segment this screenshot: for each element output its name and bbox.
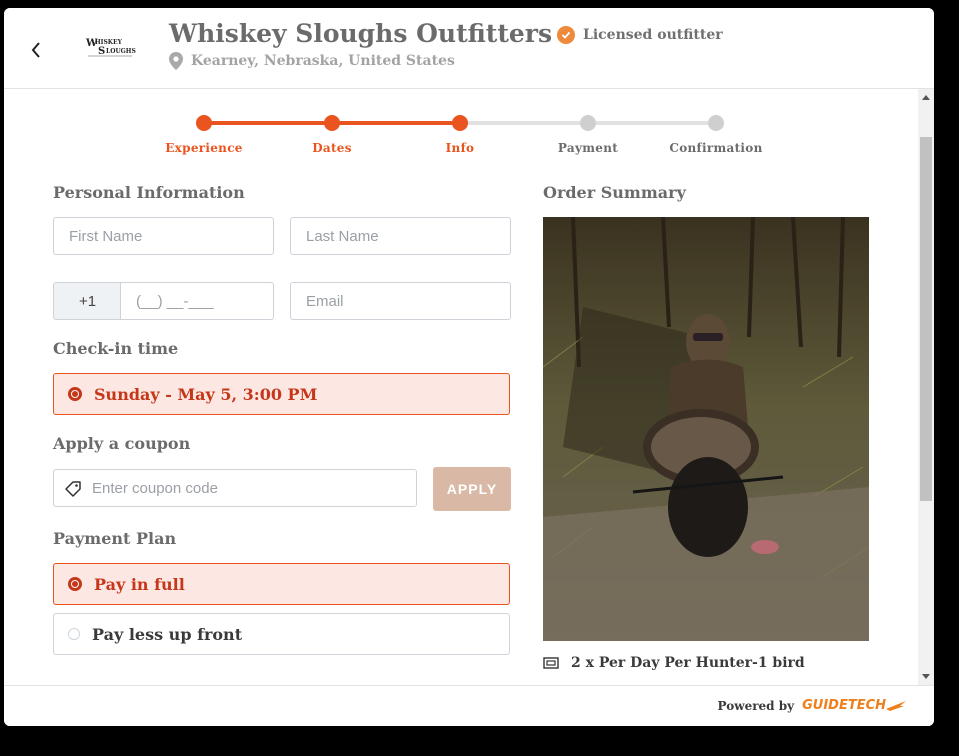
location-text: Kearney, Nebraska, United States xyxy=(191,53,455,69)
apply-coupon-button[interactable]: APPLY xyxy=(433,467,511,511)
svg-text:S: S xyxy=(98,46,105,57)
step-dot xyxy=(324,115,340,131)
step-label: Payment xyxy=(557,141,619,155)
chevron-left-icon xyxy=(31,42,40,58)
svg-text:HISKEY: HISKEY xyxy=(95,39,123,46)
order-line-item: 2 x Per Day Per Hunter-1 bird xyxy=(543,655,805,671)
step-dot xyxy=(708,115,724,131)
step-label: Dates xyxy=(312,141,352,155)
pay-in-full-option[interactable]: Pay in full xyxy=(53,563,510,605)
checkin-heading: Check-in time xyxy=(53,339,179,358)
coupon-heading: Apply a coupon xyxy=(53,434,191,453)
step-experience[interactable]: Experience xyxy=(149,111,259,155)
last-name-field[interactable]: Last Name xyxy=(290,217,511,255)
step-payment: Payment xyxy=(533,111,643,155)
pay-less-upfront-option[interactable]: Pay less up front xyxy=(53,613,510,655)
phone-field[interactable]: (__) __-___ xyxy=(120,282,274,320)
radio-selected-icon xyxy=(68,577,82,591)
licensed-badge: Licensed outfitter xyxy=(557,26,723,44)
footer: Powered by GUIDETECH xyxy=(4,685,934,726)
header: W HISKEY S LOUGHS Whiskey Sloughs Outfit… xyxy=(4,8,934,89)
step-info[interactable]: Info xyxy=(405,111,515,155)
radio-unselected-icon xyxy=(68,628,80,640)
order-summary-heading: Order Summary xyxy=(543,183,686,202)
location: Kearney, Nebraska, United States xyxy=(169,52,455,70)
step-confirmation: Confirmation xyxy=(661,111,771,155)
option-label: Pay in full xyxy=(94,574,185,594)
booking-form-area: Experience Dates Info Payment Confirmati… xyxy=(4,89,934,685)
step-dot xyxy=(452,115,468,131)
wing-icon xyxy=(886,700,906,711)
step-dot xyxy=(580,115,596,131)
scrollbar[interactable] xyxy=(918,89,934,685)
powered-by-label: Powered by xyxy=(717,698,795,713)
outfitter-logo: W HISKEY S LOUGHS xyxy=(84,34,136,62)
coupon-input[interactable]: Enter coupon code xyxy=(53,469,417,507)
back-button[interactable] xyxy=(30,38,46,62)
ticket-icon xyxy=(543,657,559,669)
payment-plan-heading: Payment Plan xyxy=(53,529,177,548)
booking-modal: W HISKEY S LOUGHS Whiskey Sloughs Outfit… xyxy=(4,8,934,726)
line-item-text: 2 x Per Day Per Hunter-1 bird xyxy=(571,655,805,671)
checkin-label: Sunday - May 5, 3:00 PM xyxy=(94,384,318,404)
page-title: Whiskey Sloughs Outfitters xyxy=(169,19,553,48)
svg-text:LOUGHS: LOUGHS xyxy=(106,48,136,55)
step-dot xyxy=(196,115,212,131)
powered-by: Powered by GUIDETECH xyxy=(718,698,906,713)
scrollbar-thumb[interactable] xyxy=(920,137,932,501)
step-label: Experience xyxy=(165,141,243,155)
first-name-field[interactable]: First Name xyxy=(53,217,274,255)
step-label: Confirmation xyxy=(669,141,763,155)
option-label: Pay less up front xyxy=(92,624,243,644)
progress-stepper: Experience Dates Info Payment Confirmati… xyxy=(154,111,774,161)
personal-info-heading: Personal Information xyxy=(53,183,245,202)
radio-selected-icon xyxy=(68,387,82,401)
trip-photo xyxy=(543,217,869,641)
check-icon xyxy=(557,26,575,44)
step-label: Info xyxy=(445,141,475,155)
email-field[interactable]: Email xyxy=(290,282,511,320)
scroll-up-icon[interactable] xyxy=(922,95,930,100)
guidetech-logo[interactable]: GUIDETECH xyxy=(802,698,906,713)
phone-country-code[interactable]: +1 xyxy=(53,282,121,320)
scroll-down-icon[interactable] xyxy=(922,674,930,679)
tag-icon xyxy=(65,481,81,497)
brand-text: GUIDETECH xyxy=(802,698,886,713)
map-pin-icon xyxy=(169,52,183,70)
step-dates[interactable]: Dates xyxy=(277,111,387,155)
licensed-label: Licensed outfitter xyxy=(583,27,723,43)
checkin-option[interactable]: Sunday - May 5, 3:00 PM xyxy=(53,373,510,415)
